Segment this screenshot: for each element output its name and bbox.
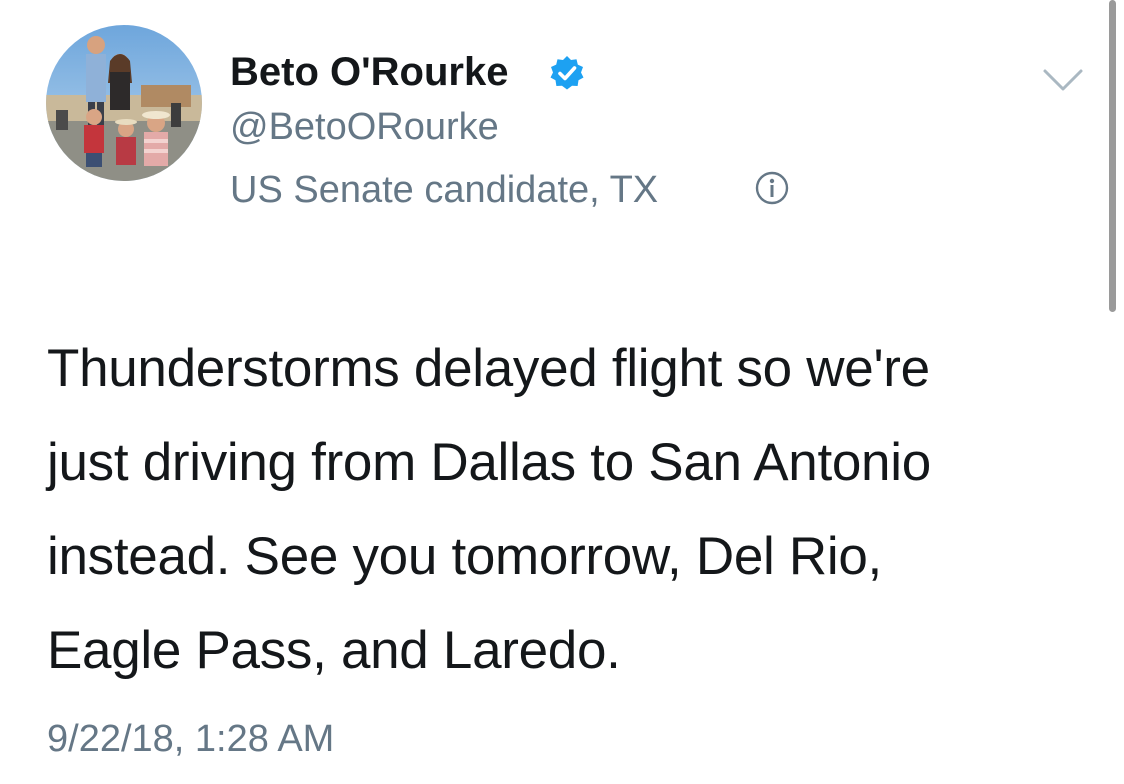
timestamp[interactable]: 9/22/18, 1:28 AM — [47, 716, 334, 762]
bio-label: US Senate candidate, TX — [230, 169, 659, 211]
tweet-line: Eagle Pass, and Laredo. — [47, 621, 621, 680]
display-name[interactable]: Beto O'Rourke — [230, 48, 508, 96]
tweet-line: instead. See you tomorrow, Del Rio, — [47, 527, 882, 586]
scrollbar[interactable] — [1109, 0, 1116, 312]
handle[interactable]: @BetoORourke — [230, 104, 499, 150]
info-icon[interactable] — [755, 171, 789, 205]
tweet-line: Thunderstorms delayed flight so we're — [47, 339, 930, 398]
tweet-line: just driving from Dallas to San Antonio — [47, 433, 931, 492]
verified-badge-icon — [550, 56, 584, 90]
tweet-text: Thunderstorms delayed flight so we're ju… — [47, 322, 1097, 698]
chevron-down-icon[interactable] — [1042, 66, 1084, 94]
avatar[interactable] — [46, 25, 202, 181]
